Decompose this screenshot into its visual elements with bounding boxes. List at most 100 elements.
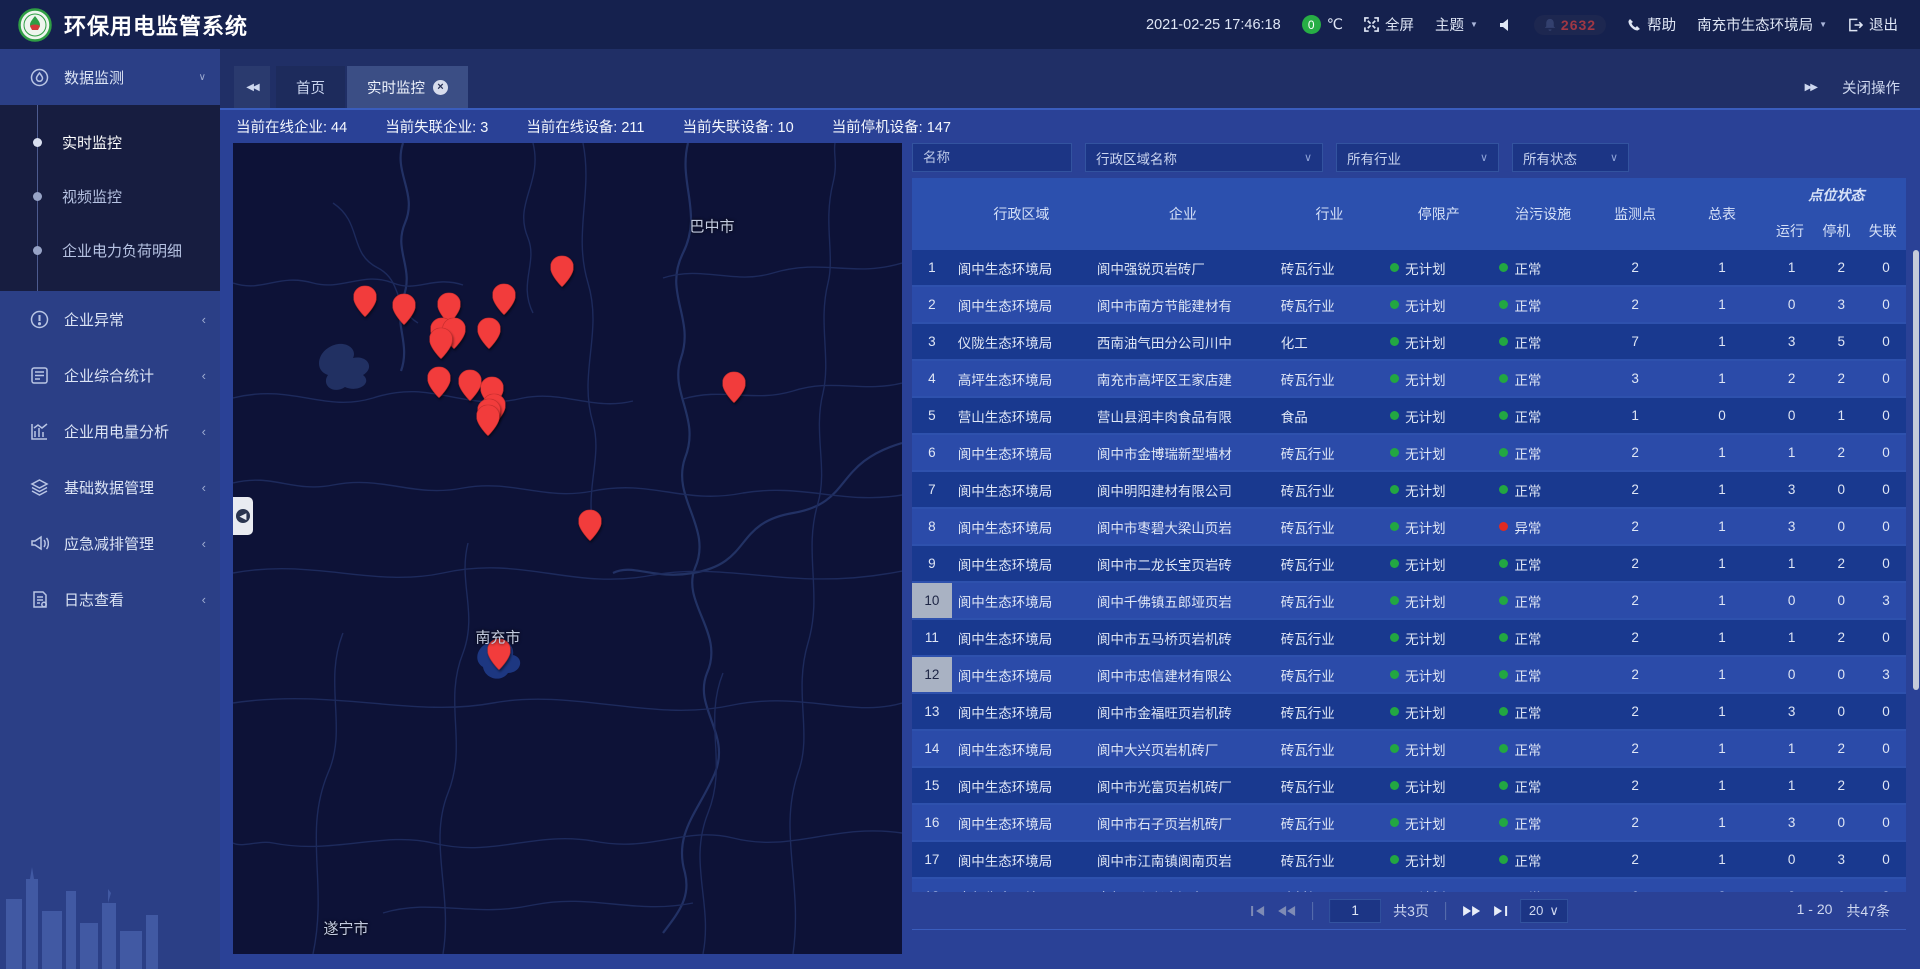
page-number-input[interactable]	[1329, 899, 1381, 923]
first-page-button[interactable]	[1250, 905, 1266, 917]
table-row[interactable]: 3仪陇生态环境局西南油气田分公司川中化工无计划正常71350	[912, 324, 1906, 361]
table-row[interactable]: 6阆中生态环境局阆中市金博瑞新型墙材砖瓦行业无计划正常21120	[912, 435, 1906, 472]
table-row[interactable]: 4高坪生态环境局南充市高坪区王家店建砖瓦行业无计划正常31220	[912, 361, 1906, 398]
cell-offline: 0	[1866, 620, 1906, 655]
map-collapse-button[interactable]: ◀	[233, 497, 253, 535]
table-row[interactable]: 5营山生态环境局营山县润丰肉食品有限食品无计划正常10010	[912, 398, 1906, 435]
table-row[interactable]: 12阆中生态环境局阆中市忠信建材有限公砖瓦行业无计划正常21003	[912, 657, 1906, 694]
theme-dropdown[interactable]: 主题 ▼	[1435, 14, 1478, 35]
map-pin-icon[interactable]	[723, 372, 746, 403]
sidebar-item-基础数据管理[interactable]: 基础数据管理‹	[0, 459, 220, 515]
table-row[interactable]: 9阆中生态环境局阆中市二龙长宝页岩砖砖瓦行业无计划正常21120	[912, 546, 1906, 583]
cell-monitor-points: 2	[1593, 435, 1677, 470]
industry-filter-select[interactable]: 所有行业 ∨	[1336, 143, 1499, 172]
cell-company: 阆中市石子页岩机砖厂	[1091, 805, 1275, 840]
sidebar-item-日志查看[interactable]: 日志查看‹	[0, 571, 220, 627]
map-pin-icon[interactable]	[430, 328, 453, 359]
cell-company: 西南油气田分公司川中	[1091, 324, 1275, 359]
column-index	[912, 178, 952, 250]
cell-pollution-facility: 异常	[1493, 509, 1592, 544]
help-button[interactable]: 帮助	[1627, 14, 1676, 35]
table-row[interactable]: 8阆中生态环境局阆中市枣碧大梁山页岩砖瓦行业无计划异常21300	[912, 509, 1906, 546]
map-pin-icon[interactable]	[428, 367, 451, 398]
page-size-select[interactable]: 20 ∨	[1520, 899, 1568, 923]
sidebar-item-企业综合统计[interactable]: 企业综合统计‹	[0, 347, 220, 403]
map-pin-icon[interactable]	[458, 369, 481, 400]
cell-industry: 砖瓦行业	[1275, 694, 1384, 729]
sound-button[interactable]	[1499, 18, 1513, 32]
cell-limit-production: 无计划	[1384, 250, 1493, 285]
logout-button[interactable]: 退出	[1848, 14, 1898, 35]
status-dot-icon	[1390, 596, 1399, 605]
enterprise-table: 行政区域 企业 行业 停限产 治污设施 监测点 总表 点位状态 运行 停机	[912, 178, 1906, 930]
map-pin-icon[interactable]	[393, 294, 416, 325]
cell-running: 3	[1767, 509, 1817, 544]
table-row[interactable]: 1阆中生态环境局阆中强锐页岩砖厂砖瓦行业无计划正常21120	[912, 250, 1906, 287]
map-pin-icon[interactable]	[492, 284, 515, 315]
sidebar-item-视频监控[interactable]: 视频监控	[0, 169, 220, 223]
tabs-scroll-left-button[interactable]: ◀◀	[234, 66, 270, 108]
map-pin-icon[interactable]	[579, 510, 602, 541]
cell-offline: 0	[1866, 879, 1906, 892]
map-pin-icon[interactable]	[478, 318, 501, 349]
cell-stopped: 3	[1816, 842, 1866, 877]
vertical-scrollbar[interactable]	[1913, 250, 1919, 690]
map[interactable]: 巴中市南充市遂宁市 ◀	[233, 143, 902, 954]
column-pollution-facility: 治污设施	[1493, 178, 1592, 250]
sidebar-item-企业电力负荷明细[interactable]: 企业电力负荷明细	[0, 223, 220, 277]
row-index: 9	[912, 546, 952, 581]
cell-monitor-points: 7	[1593, 324, 1677, 359]
last-page-button[interactable]	[1492, 905, 1508, 917]
notification-badge[interactable]: 2632	[1534, 15, 1606, 35]
sidebar-item-企业异常[interactable]: 企业异常‹	[0, 291, 220, 347]
cell-company: 阆中市枣碧大梁山页岩	[1091, 509, 1275, 544]
cell-stopped: 0	[1816, 472, 1866, 507]
table-row[interactable]: 15阆中生态环境局阆中市光富页岩机砖厂砖瓦行业无计划正常21120	[912, 768, 1906, 805]
column-group-point-status: 点位状态 运行 停机 失联	[1767, 178, 1906, 250]
range-label: 1 - 20	[1797, 901, 1833, 921]
row-index: 5	[912, 398, 952, 433]
cell-limit-production: 无计划	[1384, 398, 1493, 433]
sidebar-item-label: 应急减排管理	[64, 533, 202, 554]
fullscreen-button[interactable]: 全屏	[1364, 14, 1414, 35]
status-dot-icon	[1499, 337, 1508, 346]
sidebar-item-企业用电量分析[interactable]: 企业用电量分析‹	[0, 403, 220, 459]
close-tab-icon[interactable]: ×	[433, 80, 448, 95]
speaker-icon	[1499, 18, 1513, 32]
table-row[interactable]: 14阆中生态环境局阆中大兴页岩机砖厂砖瓦行业无计划正常21120	[912, 731, 1906, 768]
close-operations-button[interactable]: 关闭操作	[1842, 77, 1900, 98]
cell-total-meters: 1	[1677, 287, 1766, 322]
sidebar-item-应急减排管理[interactable]: 应急减排管理‹	[0, 515, 220, 571]
map-pin-icon[interactable]	[476, 404, 499, 435]
tabs-scroll-right-button[interactable]: ▶▶	[1805, 82, 1816, 93]
table-row[interactable]: 7阆中生态环境局阆中明阳建材有限公司砖瓦行业无计划正常21300	[912, 472, 1906, 509]
map-pin-icon[interactable]	[551, 256, 574, 287]
table-row[interactable]: 17阆中生态环境局阆中市江南镇阆南页岩砖瓦行业无计划正常21030	[912, 842, 1906, 879]
status-dot-icon	[1499, 670, 1508, 679]
org-dropdown[interactable]: 南充市生态环境局 ▼	[1697, 14, 1827, 35]
name-filter-input[interactable]	[912, 143, 1072, 172]
cell-limit-production: 无计划	[1384, 620, 1493, 655]
previous-page-button[interactable]	[1278, 905, 1296, 917]
status-dot-icon	[1390, 485, 1399, 494]
tab-home[interactable]: 首页	[276, 66, 345, 108]
region-filter-select[interactable]: 行政区域名称 ∨	[1085, 143, 1323, 172]
temperature-unit: ℃	[1327, 17, 1343, 33]
cell-pollution-facility: 正常	[1493, 694, 1592, 729]
table-row[interactable]: 18南部生态环境局南部县砌兴水泥有限公建材加工无计划正常60060	[912, 879, 1906, 892]
table-row[interactable]: 2阆中生态环境局阆中市南方节能建材有砖瓦行业无计划正常21030	[912, 287, 1906, 324]
next-page-button[interactable]	[1462, 905, 1480, 917]
cell-total-meters: 0	[1677, 879, 1766, 892]
cell-region: 阆中生态环境局	[952, 731, 1091, 766]
sidebar-item-数据监测[interactable]: 数据监测∨	[0, 49, 220, 105]
tab-realtime-monitor[interactable]: 实时监控 ×	[347, 66, 468, 108]
map-pin-icon[interactable]	[353, 286, 376, 317]
total-pages-label: 共3页	[1393, 901, 1429, 921]
table-row[interactable]: 13阆中生态环境局阆中市金福旺页岩机砖砖瓦行业无计划正常21300	[912, 694, 1906, 731]
sidebar-item-实时监控[interactable]: 实时监控	[0, 115, 220, 169]
cell-region: 阆中生态环境局	[952, 435, 1091, 470]
table-row[interactable]: 10阆中生态环境局阆中千佛镇五郎垭页岩砖瓦行业无计划正常21003	[912, 583, 1906, 620]
table-row[interactable]: 16阆中生态环境局阆中市石子页岩机砖厂砖瓦行业无计划正常21300	[912, 805, 1906, 842]
status-filter-select[interactable]: 所有状态 ∨	[1512, 143, 1629, 172]
table-row[interactable]: 11阆中生态环境局阆中市五马桥页岩机砖砖瓦行业无计划正常21120	[912, 620, 1906, 657]
